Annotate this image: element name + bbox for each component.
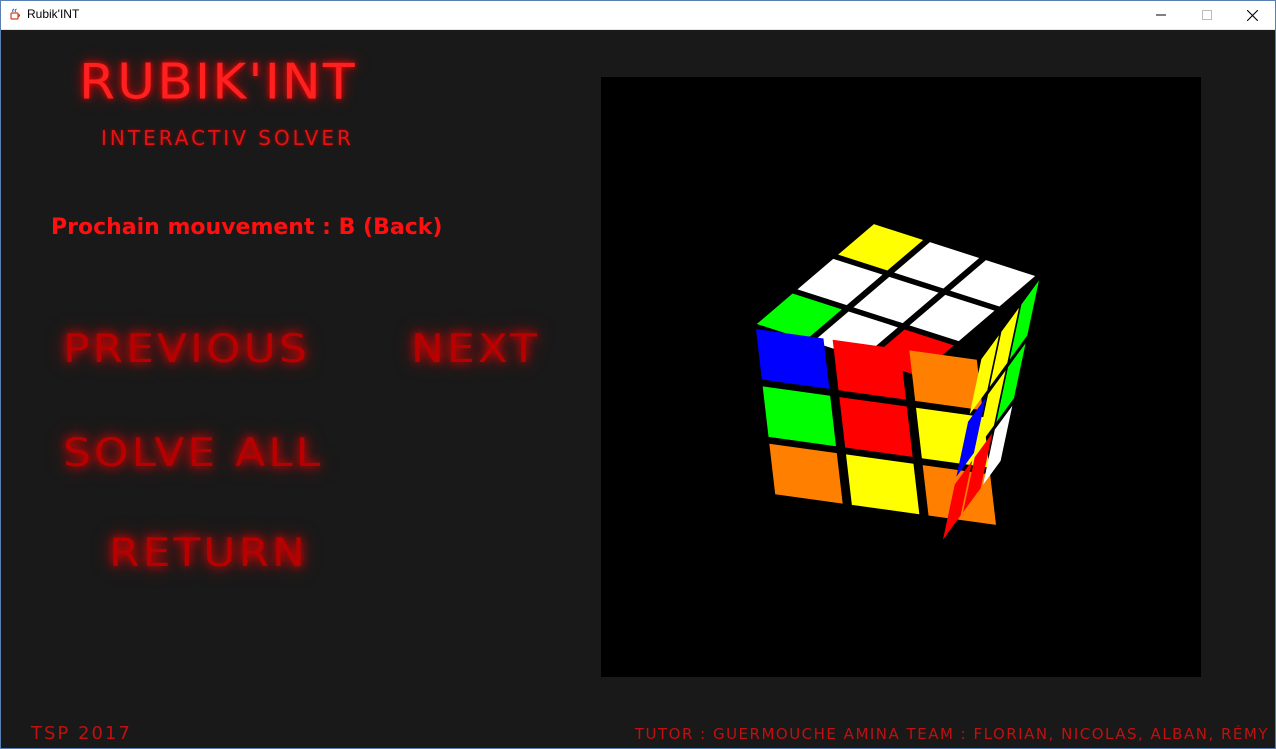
front-face-sticker <box>756 329 830 389</box>
return-button[interactable]: RETURN <box>109 530 308 576</box>
app-logo-title: RUBIK'INT <box>79 54 357 111</box>
front-face-sticker <box>832 339 906 400</box>
close-icon <box>1246 9 1258 21</box>
front-face-sticker <box>769 443 843 504</box>
rubiks-cube[interactable] <box>601 77 1201 677</box>
front-face-sticker <box>839 397 913 457</box>
maximize-button[interactable] <box>1184 1 1230 29</box>
window-title: Rubik'INT <box>27 7 80 21</box>
next-move-label: Prochain mouvement : B (Back) <box>51 215 443 240</box>
minimize-button[interactable] <box>1138 1 1184 29</box>
minimize-icon <box>1156 14 1166 16</box>
front-face-sticker <box>909 350 983 411</box>
solve-all-button[interactable]: SOLVE ALL <box>63 430 323 476</box>
app-logo-subtitle: INTERACTIV SOLVER <box>101 126 354 150</box>
footer-year: TSP 2017 <box>31 723 132 744</box>
previous-button[interactable]: PREVIOUS <box>63 326 310 372</box>
front-face-sticker <box>762 386 836 447</box>
cube-3d-viewport[interactable] <box>601 77 1201 677</box>
next-button[interactable]: NEXT <box>411 326 540 372</box>
front-face-sticker <box>846 454 920 515</box>
app-window: Rubik'INT RUBIK'INT INTERACTIV SOLVER Pr… <box>0 0 1276 749</box>
close-button[interactable] <box>1229 1 1275 29</box>
footer-credits: TUTOR : GUERMOUCHE AMINA TEAM : FLORIAN,… <box>634 725 1269 743</box>
java-app-icon <box>10 8 21 20</box>
main-content: RUBIK'INT INTERACTIV SOLVER Prochain mou… <box>1 30 1275 748</box>
maximize-icon <box>1202 10 1212 20</box>
title-bar[interactable]: Rubik'INT <box>1 1 1275 30</box>
